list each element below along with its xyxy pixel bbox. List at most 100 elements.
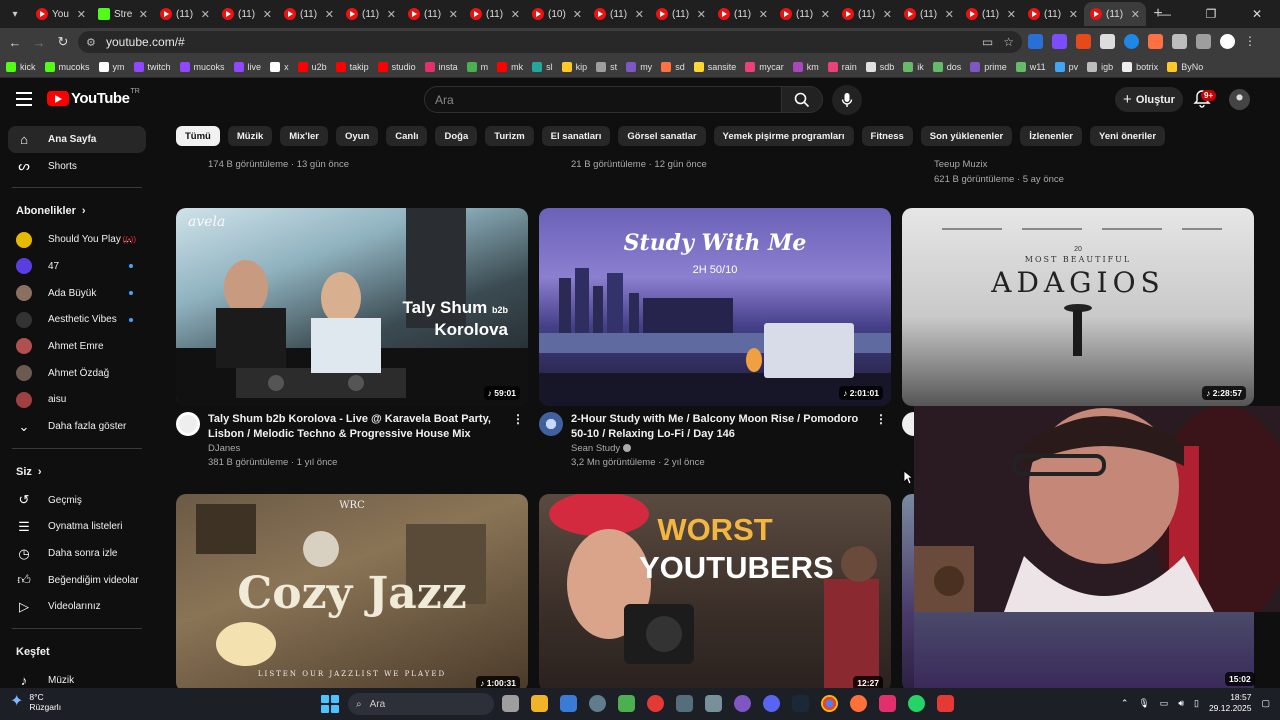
url-bar[interactable]: ⚙ youtube.com/# ▭ ☆	[78, 31, 1022, 53]
subscription-item[interactable]: Should You Play ... ((•))	[0, 226, 154, 253]
subscription-item[interactable]: 47	[0, 253, 154, 280]
video-title[interactable]: 2-Hour Study with Me / Balcony Moon Rise…	[571, 412, 871, 441]
volume-icon[interactable]: 🔊︎	[1178, 698, 1184, 709]
show-more-button[interactable]: ⌄ Daha fazla göster	[0, 413, 154, 440]
task-view-icon[interactable]	[502, 695, 519, 712]
search-button[interactable]	[781, 86, 823, 113]
filter-chip[interactable]: Görsel sanatlar	[618, 126, 706, 146]
chevron-up-icon[interactable]: ⌃	[1121, 698, 1129, 709]
filter-chip[interactable]: Müzik	[227, 126, 273, 146]
bookmark-item[interactable]: x	[270, 61, 289, 72]
extension-icon[interactable]	[1076, 34, 1091, 49]
close-tab-icon[interactable]: ✕	[511, 8, 520, 21]
you-heading[interactable]: Siz ›	[0, 457, 154, 487]
bookmark-item[interactable]: ByNo	[1167, 61, 1203, 72]
file-explorer-icon[interactable]	[531, 695, 548, 712]
create-button[interactable]: + Oluştur	[1115, 87, 1183, 112]
browser-menu-icon[interactable]: ⋮	[1244, 34, 1259, 49]
sidebar-item-music[interactable]: ♪ Müzik	[0, 667, 154, 688]
whatsapp-icon[interactable]	[908, 695, 925, 712]
filter-chip[interactable]: Tümü	[176, 126, 220, 146]
browser-tab[interactable]: (11) ✕	[588, 2, 650, 26]
filter-chip[interactable]: Yemek pişirme programları	[713, 126, 854, 146]
bookmark-item[interactable]: igb	[1087, 61, 1113, 72]
video-channel[interactable]: Teeup Muzix	[934, 159, 987, 170]
steam-icon[interactable]	[792, 695, 809, 712]
bookmark-item[interactable]: ym	[98, 61, 125, 72]
bookmark-item[interactable]: w11	[1015, 61, 1046, 72]
battery-icon[interactable]: ▯	[1194, 698, 1199, 709]
video-card[interactable]: WORST YOUTUBERS 12:27	[539, 494, 891, 688]
close-tab-icon[interactable]: ✕	[325, 8, 334, 21]
cast-icon[interactable]: ▭	[982, 35, 993, 49]
more-options-icon[interactable]: ⋮	[512, 412, 524, 426]
close-tab-icon[interactable]: ✕	[1131, 8, 1140, 21]
reload-button[interactable]: ↻	[51, 34, 75, 50]
bookmark-item[interactable]: pv	[1054, 61, 1078, 72]
more-options-icon[interactable]: ⋮	[875, 412, 887, 426]
video-channel[interactable]: DJanes	[208, 443, 528, 454]
close-tab-icon[interactable]: ✕	[697, 8, 706, 21]
sidebar-item-shorts[interactable]: ᔕ Shorts	[0, 153, 154, 180]
close-tab-icon[interactable]: ✕	[139, 8, 148, 21]
video-title[interactable]: Taly Shum b2b Korolova - Live @ Karavela…	[208, 412, 508, 441]
filter-chip[interactable]: İzlenenler	[1020, 126, 1083, 146]
browser-tab[interactable]: (11) ✕	[650, 2, 712, 26]
video-channel[interactable]: Sean Study	[571, 443, 891, 454]
browser-tab[interactable]: (11) ✕	[216, 2, 278, 26]
extension-icon[interactable]	[1124, 34, 1139, 49]
sidebar-item-you[interactable]: 👍︎ Beğendiğim videolar	[0, 567, 154, 594]
browser-tab[interactable]: (11) ✕	[464, 2, 526, 26]
app-icon[interactable]	[618, 695, 635, 712]
close-tab-icon[interactable]: ✕	[883, 8, 892, 21]
sidebar-item-you[interactable]: ☰ Oynatma listeleri	[0, 514, 154, 541]
browser-tab[interactable]: (11) ✕	[154, 2, 216, 26]
subscription-item[interactable]: Ada Büyük	[0, 280, 154, 307]
profile-avatar-icon[interactable]	[1220, 34, 1235, 49]
channel-avatar[interactable]	[176, 412, 200, 436]
bookmark-star-icon[interactable]: ☆	[1003, 35, 1014, 49]
filter-chip[interactable]: Doğa	[435, 126, 478, 146]
app-icon[interactable]	[937, 695, 954, 712]
video-card[interactable]: WRC Cozy Jazz LISTEN OUR JAZZLIST WE PLA…	[176, 494, 528, 688]
subscription-item[interactable]: Aesthetic Vibes	[0, 306, 154, 333]
search-input[interactable]: Ara	[424, 86, 782, 113]
bookmark-item[interactable]: twitch	[133, 61, 171, 72]
clock[interactable]: 18:57 29.12.2025	[1209, 692, 1252, 714]
subscription-item[interactable]: Ahmet Emre	[0, 333, 154, 360]
browser-tab[interactable]: (11) ✕	[278, 2, 340, 26]
bookmark-item[interactable]: sansite	[693, 61, 736, 72]
notification-icon[interactable]: ▢	[1261, 698, 1270, 709]
extension-icon[interactable]	[1148, 34, 1163, 49]
browser-tab[interactable]: (11) ✕	[712, 2, 774, 26]
app-icon[interactable]	[647, 695, 664, 712]
close-tab-icon[interactable]: ✕	[263, 8, 272, 21]
bookmark-item[interactable]: kip	[561, 61, 587, 72]
browser-tab[interactable]: Stre ✕	[92, 2, 154, 26]
browser-tab[interactable]: You ✕	[30, 2, 92, 26]
extension-icon[interactable]	[1028, 34, 1043, 49]
close-tab-icon[interactable]: ✕	[759, 8, 768, 21]
video-thumbnail[interactable]: 20 MOST BEAUTIFUL ADAGIOS ♪ 2:28:57	[902, 208, 1254, 406]
filter-chip[interactable]: Fitness	[861, 126, 913, 146]
account-avatar[interactable]	[1229, 89, 1250, 110]
bookmark-item[interactable]: sd	[661, 61, 685, 72]
filter-chip[interactable]: El sanatları	[541, 126, 611, 146]
filter-chip[interactable]: Canlı	[386, 126, 428, 146]
sidebar-item-you[interactable]: ◷ Daha sonra izle	[0, 540, 154, 567]
taskbar-search[interactable]: ⌕ Ara	[348, 693, 494, 715]
extension-icon[interactable]	[1052, 34, 1067, 49]
browser-tab[interactable]: (11) ✕	[402, 2, 464, 26]
close-tab-icon[interactable]: ✕	[1007, 8, 1016, 21]
bookmark-item[interactable]: ik	[903, 61, 924, 72]
bookmark-item[interactable]: prime	[970, 61, 1007, 72]
bookmark-item[interactable]: studio	[377, 61, 416, 72]
video-thumbnail[interactable]: Study With Me 2H 50/10 ♪ 2:01:01	[539, 208, 891, 406]
filter-chip[interactable]: Mix'ler	[280, 126, 328, 146]
browser-tab[interactable]: (11) ✕	[774, 2, 836, 26]
video-thumbnail[interactable]: WRC Cozy Jazz LISTEN OUR JAZZLIST WE PLA…	[176, 494, 528, 688]
bookmark-item[interactable]: mycar	[745, 61, 784, 72]
browser-tab[interactable]: (11) ✕	[960, 2, 1022, 26]
bookmark-item[interactable]: mucoks	[44, 61, 90, 72]
minimize-button[interactable]: —	[1142, 0, 1188, 28]
